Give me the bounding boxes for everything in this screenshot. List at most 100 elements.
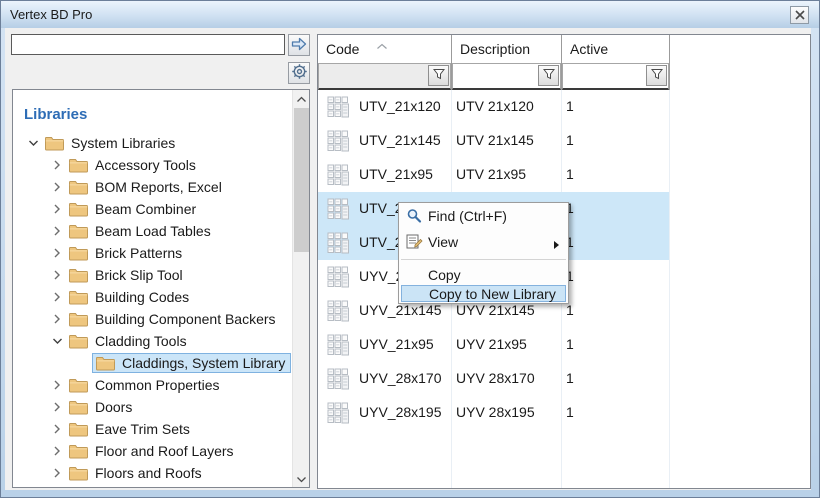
cell-active: 1 — [566, 336, 574, 352]
tree-item-building-component-backers[interactable]: Building Component Backers — [13, 308, 291, 330]
tree-item-floors-and-roofs[interactable]: Floors and Roofs — [13, 462, 291, 484]
cell-description: UYV 21x145 — [456, 302, 535, 318]
tree-item-box: Doors — [65, 397, 138, 417]
library-item-icon — [325, 230, 351, 259]
chevron-right-icon[interactable] — [49, 468, 65, 478]
menu-item-copy[interactable]: Copy — [399, 264, 568, 285]
tree-item-bom-reports-excel[interactable]: BOM Reports, Excel — [13, 176, 291, 198]
table-row-uyv-21x95[interactable]: UYV_21x95UYV 21x951 — [318, 328, 669, 362]
chevron-down-icon[interactable] — [25, 138, 41, 148]
scrollbar-thumb[interactable] — [294, 108, 309, 252]
tree-item-box: Building Codes — [65, 287, 195, 307]
tree-item-beam-load-tables[interactable]: Beam Load Tables — [13, 220, 291, 242]
tree-item-label: Beam Load Tables — [95, 223, 211, 239]
chevron-right-icon[interactable] — [49, 402, 65, 412]
tree-item-box: Floors and Roofs — [65, 463, 208, 483]
tree-item-common-properties[interactable]: Common Properties — [13, 374, 291, 396]
code-filter-input[interactable] — [318, 63, 451, 90]
column-header-active[interactable]: Active — [562, 35, 669, 63]
menu-item-view[interactable]: View — [399, 228, 568, 255]
folder-icon — [45, 136, 64, 151]
cell-description: UTV 21x120 — [456, 98, 534, 114]
tree-item-brick-slip-tool[interactable]: Brick Slip Tool — [13, 264, 291, 286]
tree-item-box: Accessory Tools — [65, 155, 202, 175]
column-header-label: Code — [326, 41, 359, 57]
tree-item-building-codes[interactable]: Building Codes — [13, 286, 291, 308]
chevron-right-icon[interactable] — [49, 270, 65, 280]
tree-item-box: Building Component Backers — [65, 309, 282, 329]
cell-code: UTV_21x120 — [359, 98, 441, 114]
folder-icon — [69, 334, 88, 349]
chevron-right-icon[interactable] — [49, 446, 65, 456]
chevron-right-icon[interactable] — [49, 204, 65, 214]
folder-icon — [69, 422, 88, 437]
chevron-right-icon[interactable] — [49, 380, 65, 390]
cell-code: UTV_21x145 — [359, 132, 441, 148]
close-button[interactable] — [790, 6, 809, 24]
cell-active: 1 — [566, 404, 574, 420]
library-item-icon — [325, 332, 351, 361]
tree-item-accessory-tools[interactable]: Accessory Tools — [13, 154, 291, 176]
table-row-utv-21x95[interactable]: UTV_21x95UTV 21x951 — [318, 158, 669, 192]
column-header-label: Description — [460, 41, 530, 57]
tree-item-box: BOM Reports, Excel — [65, 177, 228, 197]
tree-item-floor-and-roof-layers[interactable]: Floor and Roof Layers — [13, 440, 291, 462]
library-tree: System LibrariesAccessory Tools BOM Repor… — [13, 132, 291, 484]
cell-active: 1 — [566, 98, 574, 114]
search-input[interactable] — [11, 34, 285, 55]
chevron-right-icon[interactable] — [49, 248, 65, 258]
chevron-right-icon[interactable] — [49, 182, 65, 192]
table-row-uyv-28x195[interactable]: UYV_28x195UYV 28x1951 — [318, 396, 669, 430]
chevron-right-icon[interactable] — [49, 292, 65, 302]
tree-item-label: Common Properties — [95, 377, 220, 393]
window-title: Vertex BD Pro — [10, 7, 92, 22]
menu-item-copy-to-new-library[interactable]: Copy to New Library — [401, 285, 566, 302]
tree-item-label: Brick Patterns — [95, 245, 182, 261]
column-header-description[interactable]: Description — [452, 35, 561, 63]
table-row-utv-21x120[interactable]: UTV_21x120 UTV 21x120 1 — [318, 90, 669, 124]
library-tree-panel: Libraries System LibrariesAccessory Tool… — [12, 89, 310, 488]
settings-button[interactable] — [288, 62, 310, 84]
menu-item-find-ctrl-f[interactable]: Find (Ctrl+F) — [399, 203, 568, 228]
menu-item-label: View — [428, 234, 458, 250]
tree-item-eave-trim-sets[interactable]: Eave Trim Sets — [13, 418, 291, 440]
chevron-right-icon[interactable] — [49, 314, 65, 324]
table-row-utv-21x145[interactable]: UTV_21x145UTV 21x1451 — [318, 124, 669, 158]
active-filter-input[interactable] — [562, 63, 669, 90]
chevron-right-icon[interactable] — [49, 226, 65, 236]
scroll-down-button[interactable] — [293, 470, 310, 487]
search-go-button[interactable] — [288, 34, 310, 56]
tree-item-beam-combiner[interactable]: Beam Combiner — [13, 198, 291, 220]
tree-item-system-libraries[interactable]: System Libraries — [13, 132, 291, 154]
library-item-icon — [325, 128, 351, 157]
description-filter-input[interactable] — [452, 63, 561, 90]
library-item-icon — [325, 298, 351, 327]
chevron-right-icon[interactable] — [49, 160, 65, 170]
funnel-icon — [651, 68, 663, 83]
tree-item-doors[interactable]: Doors — [13, 396, 291, 418]
chevron-right-icon[interactable] — [49, 424, 65, 434]
cell-code: UYV_21x95 — [359, 336, 434, 352]
folder-icon — [69, 378, 88, 393]
chevron-down-icon[interactable] — [49, 336, 65, 346]
tree-item-label: Building Component Backers — [95, 311, 276, 327]
tree-item-claddings-system-library[interactable]: Claddings, System Library — [13, 352, 291, 374]
tree-item-brick-patterns[interactable]: Brick Patterns — [13, 242, 291, 264]
folder-icon — [96, 356, 115, 371]
folder-icon — [69, 444, 88, 459]
cell-code: UYV_28x195 — [359, 404, 442, 420]
table-row-uyv-28x170[interactable]: UYV_28x170UYV 28x1701 — [318, 362, 669, 396]
tree-item-box: Eave Trim Sets — [65, 419, 196, 439]
scroll-up-button[interactable] — [293, 90, 310, 107]
tree-item-label: BOM Reports, Excel — [95, 179, 222, 195]
tree-item-cladding-tools[interactable]: Cladding Tools — [13, 330, 291, 352]
active-filter-button[interactable] — [646, 65, 667, 86]
titlebar[interactable]: Vertex BD Pro — [1, 1, 819, 28]
menu-item-label: Copy — [428, 267, 461, 283]
tree-scrollbar[interactable] — [292, 90, 309, 487]
menu-item-label: Find (Ctrl+F) — [428, 208, 507, 224]
context-menu: Find (Ctrl+F) View Copy Copy to New Library — [398, 202, 569, 304]
code-filter-button[interactable] — [428, 65, 449, 86]
description-filter-button[interactable] — [538, 65, 559, 86]
library-item-icon — [325, 94, 351, 123]
